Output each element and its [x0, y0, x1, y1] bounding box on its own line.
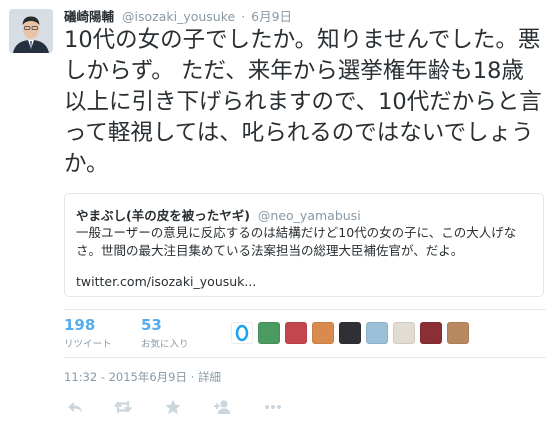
timestamp-text: 11:32 - 2015年6月9日 [64, 370, 188, 384]
favorite-label: お気に入り [141, 339, 189, 350]
author-handle[interactable]: @isozaki_yousuke [122, 9, 235, 24]
reply-button[interactable] [64, 396, 86, 418]
user-avatar[interactable] [420, 322, 442, 344]
quoted-tweet-link[interactable]: twitter.com/isozaki_yousuk... [76, 274, 256, 289]
header-separator: · [241, 9, 246, 24]
retweet-stat[interactable]: 198 リツイート [64, 316, 112, 350]
quoted-author-handle: @neo_yamabusi [257, 208, 361, 223]
follow-icon [212, 396, 234, 418]
favorite-stat[interactable]: 53 お気に入り [141, 316, 189, 350]
tweet-date[interactable]: 6月9日 [251, 9, 292, 24]
retweet-button[interactable] [112, 396, 134, 418]
author-avatar[interactable] [9, 9, 53, 53]
user-avatar[interactable] [258, 322, 280, 344]
user-avatar[interactable] [447, 322, 469, 344]
stats-bottom-divider [64, 357, 546, 358]
favorite-count: 53 [141, 316, 162, 334]
favorite-icon [162, 396, 184, 418]
quoted-tweet[interactable]: やまぶし(羊の皮を被ったヤギ) @neo_yamabusi 一般ユーザーの意見に… [64, 193, 544, 297]
more-button[interactable] [262, 396, 284, 418]
user-avatar[interactable] [231, 322, 253, 344]
user-avatar[interactable] [312, 322, 334, 344]
details-link[interactable]: 詳細 [198, 370, 221, 384]
tweet-header: 礒崎陽輔 @isozaki_yousuke · 6月9日 [64, 6, 292, 25]
timestamp-separator: · [190, 370, 195, 384]
quoted-author-name: やまぶし(羊の皮を被ったヤギ) [76, 208, 250, 223]
retweet-count: 198 [64, 316, 96, 334]
user-avatar[interactable] [393, 322, 415, 344]
user-avatar[interactable] [339, 322, 361, 344]
stats-top-divider [64, 309, 546, 310]
more-icon [262, 396, 284, 418]
tweet-timestamp: 11:32 - 2015年6月9日 · 詳細 [64, 369, 221, 385]
reply-icon [64, 396, 86, 418]
tweet-text: 10代の女の子でしたか。知りませんでした。悪しからず。 ただ、来年から選挙権年齢… [64, 27, 542, 177]
quoted-tweet-header: やまぶし(羊の皮を被ったヤギ) @neo_yamabusi [76, 205, 361, 224]
retweet-icon [112, 396, 134, 418]
retweet-label: リツイート [64, 339, 112, 350]
follow-button[interactable] [212, 396, 234, 418]
user-avatar[interactable] [366, 322, 388, 344]
user-avatar[interactable] [285, 322, 307, 344]
quoted-tweet-text: 一般ユーザーの意見に反応するのは結構だけど10代の女の子に、この大人げなさ。世間… [76, 225, 517, 258]
author-name[interactable]: 礒崎陽輔 [64, 9, 114, 24]
favorite-button[interactable] [162, 396, 184, 418]
